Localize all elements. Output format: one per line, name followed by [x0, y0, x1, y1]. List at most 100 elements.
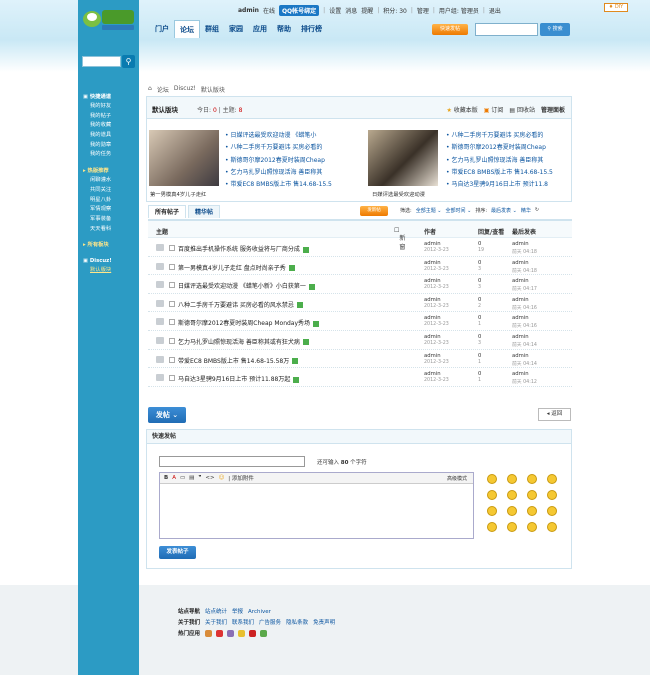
quick-post-button[interactable]: 快速发帖: [432, 24, 468, 35]
nav-apps[interactable]: 应用: [248, 20, 272, 38]
headline-item[interactable]: • 乞力马扎罗山照惊现活海 善臣称其: [225, 167, 365, 179]
thread-checkbox[interactable]: [169, 300, 175, 307]
thread-title-link[interactable]: 百度推出手机操作系统 服务收益将与厂商分成: [178, 244, 309, 253]
settings-link[interactable]: 设置: [329, 6, 341, 15]
filter-digest[interactable]: 精华: [521, 207, 531, 214]
filter-all-time[interactable]: 全部时间 ⌄: [446, 207, 472, 214]
feature-caption-1[interactable]: 第一男模真4岁儿子走红: [150, 190, 206, 198]
thread-icon[interactable]: [156, 281, 164, 289]
footer-link[interactable]: 举报: [232, 609, 243, 615]
smiley-icon[interactable]: [507, 506, 517, 516]
footer-link[interactable]: 关于我们: [205, 620, 227, 626]
footer-link[interactable]: 隐私条款: [286, 620, 308, 626]
thread-author[interactable]: admin: [424, 278, 441, 284]
thread-icon[interactable]: [156, 374, 164, 382]
sidebar-section-shortcuts[interactable]: ▣ 快捷通道: [83, 92, 138, 102]
thread-author[interactable]: admin: [424, 241, 441, 247]
thread-author[interactable]: admin: [424, 371, 441, 377]
last-poster[interactable]: admin: [512, 353, 529, 359]
last-time[interactable]: 前天 04:12: [512, 378, 537, 385]
thread-title-link[interactable]: 八种二手房千万要避讳 买房必看的风水禁忌: [178, 300, 303, 309]
link-icon[interactable]: ▭: [180, 475, 185, 481]
message-editor[interactable]: B A ▭ ▤ ❞ <> ☺ | 添加附件 高级模式: [159, 472, 474, 539]
sidebar-item[interactable]: 我的任务: [83, 150, 138, 160]
sidebar-item[interactable]: 我的勋章: [83, 141, 138, 151]
nav-portal[interactable]: 门户: [150, 20, 174, 38]
breadcrumb-forum[interactable]: 论坛: [157, 85, 169, 94]
diy-button[interactable]: ♦ DIY: [604, 3, 628, 12]
sidebar-item[interactable]: 军情观察: [83, 205, 138, 215]
thread-checkbox[interactable]: [169, 375, 175, 382]
footer-link[interactable]: Archiver: [248, 609, 271, 615]
headline-item[interactable]: • 斯德哥尔摩2012春夏时装周Cheap: [225, 155, 365, 167]
admin-panel-link[interactable]: 管理面板: [541, 105, 565, 114]
sidebar-section-discuz[interactable]: ▣ Discuz!: [83, 256, 138, 266]
headline-item[interactable]: • 八种二手房千万要避讳 买房必看的: [225, 142, 365, 154]
username-link[interactable]: admin: [238, 7, 259, 14]
thread-checkbox[interactable]: [169, 319, 175, 326]
smiley-icon[interactable]: [487, 490, 497, 500]
sort-latest[interactable]: 最后发表 ⌄: [491, 207, 517, 214]
last-time[interactable]: 前天 04:17: [512, 285, 537, 292]
thread-checkbox[interactable]: [169, 263, 175, 270]
nav-group[interactable]: 群组: [200, 20, 224, 38]
thread-author[interactable]: admin: [424, 315, 441, 321]
thread-author[interactable]: admin: [424, 353, 441, 359]
last-time[interactable]: 前天 04:14: [512, 341, 537, 348]
thread-checkbox[interactable]: [169, 356, 175, 363]
nav-help[interactable]: 帮助: [272, 20, 296, 38]
smiley-icon[interactable]: [527, 474, 537, 484]
code-icon[interactable]: <>: [205, 475, 214, 481]
sidebar-item[interactable]: 明星八卦: [83, 196, 138, 206]
feature-image-2[interactable]: [368, 130, 438, 186]
app-icon[interactable]: [260, 630, 268, 637]
smiley-icon[interactable]: [527, 490, 537, 500]
online-status[interactable]: 在线: [263, 6, 275, 15]
bold-icon[interactable]: B: [164, 475, 168, 481]
app-icon[interactable]: [205, 630, 213, 637]
sidebar-search-input[interactable]: [82, 56, 121, 67]
headline-item[interactable]: • 带爱EC8 BMBS版上市 售14.68-15.5: [446, 167, 586, 179]
smiley-icon[interactable]: [487, 506, 497, 516]
search-input[interactable]: [475, 23, 538, 36]
back-button[interactable]: ◂ 返回: [538, 408, 571, 421]
quote-icon[interactable]: ❞: [198, 475, 201, 481]
sidebar-item[interactable]: 共同关注: [83, 186, 138, 196]
smiley-icon[interactable]: [507, 474, 517, 484]
messages-link[interactable]: 消息: [345, 6, 357, 15]
thread-checkbox[interactable]: [169, 245, 175, 251]
thread-author[interactable]: admin: [424, 334, 441, 340]
headline-item[interactable]: • 带爱EC8 BMBS版上市 售14.68-15.5: [225, 179, 365, 191]
headline-item[interactable]: • 乞力马扎罗山照惊现活海 善臣称其: [446, 155, 586, 167]
image-icon[interactable]: ▤: [189, 475, 194, 481]
home-icon[interactable]: ⌂: [148, 85, 152, 94]
smiley-icon[interactable]: [527, 506, 537, 516]
last-time[interactable]: 前天 04:18: [512, 248, 537, 255]
subscribe-link[interactable]: ▣ 订阅: [484, 105, 504, 114]
footer-link[interactable]: 站点统计: [205, 609, 227, 615]
site-logo[interactable]: [81, 5, 136, 33]
favorite-forum-link[interactable]: ★ 收藏本版: [446, 105, 477, 114]
feature-image-1[interactable]: [149, 130, 219, 186]
sidebar-item[interactable]: 天天看科: [83, 225, 138, 235]
last-poster[interactable]: admin: [512, 334, 529, 340]
search-button[interactable]: ⚲ 搜索: [540, 23, 570, 36]
last-poster[interactable]: admin: [512, 297, 529, 303]
sidebar-section-hot[interactable]: ▸ 热版推荐: [83, 166, 138, 176]
headline-item[interactable]: • 八种二手房千万要避讳 买房必看的: [446, 130, 586, 142]
smiley-icon[interactable]: [547, 522, 557, 532]
last-poster[interactable]: admin: [512, 371, 529, 377]
recycle-link[interactable]: ▤ 回收站: [509, 105, 535, 114]
sidebar-item[interactable]: 我的好友: [83, 102, 138, 112]
sidebar-item[interactable]: 我的收藏: [83, 121, 138, 131]
footer-link[interactable]: 联系我们: [232, 620, 254, 626]
smiley-icon[interactable]: [527, 522, 537, 532]
tab-digest[interactable]: 精华帖: [188, 205, 221, 218]
subject-input[interactable]: [159, 456, 305, 467]
smiley-icon[interactable]: [547, 474, 557, 484]
smiley-icon[interactable]: [507, 490, 517, 500]
footer-link[interactable]: 免责声明: [313, 620, 335, 626]
nav-forum[interactable]: 论坛: [174, 20, 200, 38]
last-poster[interactable]: admin: [512, 241, 529, 247]
last-time[interactable]: 前天 04:18: [512, 267, 537, 274]
